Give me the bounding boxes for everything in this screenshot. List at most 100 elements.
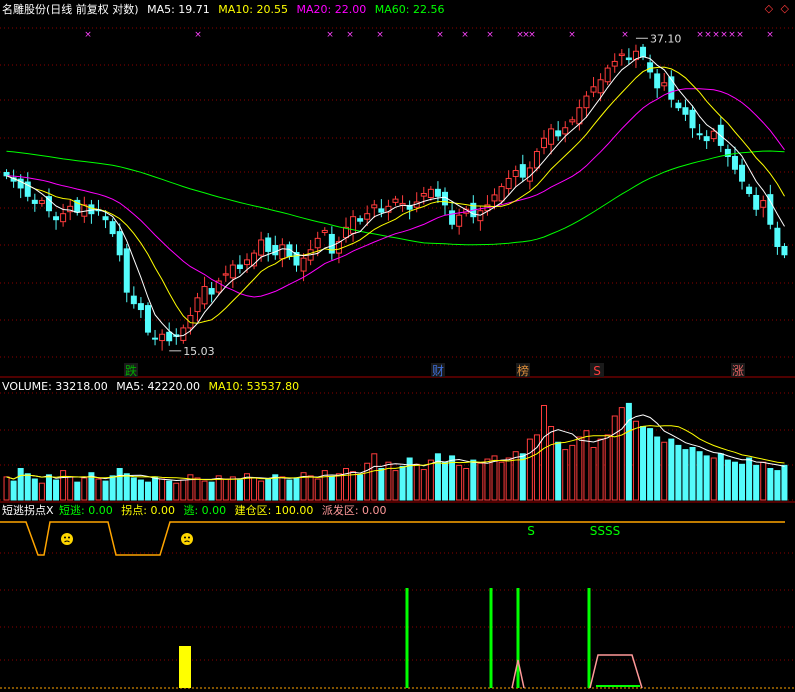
candle-body xyxy=(300,257,307,272)
volume-bar xyxy=(109,475,116,501)
signal-cross-marker: × xyxy=(486,30,494,40)
candle-body xyxy=(533,151,540,169)
price-candle xyxy=(654,68,661,98)
candle-body xyxy=(236,264,243,270)
window-control-icons[interactable]: ◇ ◇ xyxy=(765,2,791,15)
candle-body xyxy=(576,107,583,125)
candle-body xyxy=(512,170,519,177)
price-candle xyxy=(144,302,151,336)
price-candle xyxy=(194,292,201,322)
price-candle xyxy=(137,297,144,318)
candle-body xyxy=(710,130,717,140)
signal-cross-marker: × xyxy=(194,30,202,40)
volume-bar xyxy=(477,462,484,501)
price-candle xyxy=(236,255,243,274)
candle-body xyxy=(569,119,576,123)
volume-bar xyxy=(229,476,236,501)
candle-body xyxy=(739,164,746,182)
volume-bar xyxy=(420,469,427,501)
signal-cross-marker: × xyxy=(436,30,444,40)
volume-ma5-readout: MA5: 42220.00 xyxy=(116,380,200,393)
candle-body xyxy=(130,295,137,305)
distribute-zone-readout: 派发区: 0.00 xyxy=(321,504,387,517)
candle-body xyxy=(88,204,95,215)
volume-bar xyxy=(236,479,243,501)
volume-bar xyxy=(180,479,187,501)
volume-bar xyxy=(526,438,533,501)
candle-body xyxy=(583,95,590,109)
event-tag-label: 榜 xyxy=(517,363,529,378)
volume-bar xyxy=(385,461,392,501)
volume-bar xyxy=(647,428,654,501)
ma10-line xyxy=(6,66,785,324)
price-candle xyxy=(604,64,611,86)
volume-bar xyxy=(10,480,17,501)
volume-bar xyxy=(519,453,526,501)
candle-body xyxy=(38,200,45,204)
price-candle xyxy=(689,105,696,138)
volume-bar xyxy=(760,461,767,501)
candle-body xyxy=(116,231,123,256)
stock-chart-window: 37.10 15.03 × × × × × × × × × × × × × × × × × × × × 跌财榜 S 涨 S SSSS… xyxy=(0,0,795,692)
price-candle xyxy=(569,116,576,126)
volume-bar xyxy=(53,479,60,501)
price-candle xyxy=(449,201,456,230)
volume-bar xyxy=(265,478,272,501)
event-tag: 跌 xyxy=(124,363,138,378)
price-candle xyxy=(222,265,229,282)
ma20-line xyxy=(6,88,785,298)
candle-body xyxy=(696,133,703,136)
candle-body xyxy=(590,86,597,93)
volume-bar xyxy=(675,444,682,501)
price-candle xyxy=(81,196,88,223)
volume-bar xyxy=(555,441,562,501)
volume-bar xyxy=(81,477,88,501)
candle-body xyxy=(760,200,767,208)
candle-body xyxy=(434,188,441,197)
indicator-name[interactable]: 短逃拐点X xyxy=(2,504,54,517)
candle-body xyxy=(243,259,250,266)
signal-cross-marker: × xyxy=(376,30,384,40)
candle-body xyxy=(152,337,159,340)
chart-canvas[interactable]: 37.1015.03× × × × × × × × ××× × × × × × × × × ×跌财榜 S 涨S SSSS xyxy=(0,0,795,692)
volume-bar xyxy=(442,461,449,501)
volume-bar xyxy=(562,449,569,501)
volume-bar xyxy=(569,444,576,501)
price-candle xyxy=(590,76,597,98)
volume-readout[interactable]: VOLUME: 33218.00 xyxy=(2,380,108,393)
price-candle xyxy=(350,210,357,242)
volume-bar xyxy=(463,468,470,501)
event-tag: S xyxy=(590,363,604,378)
volume-bar xyxy=(731,461,738,501)
price-candle xyxy=(17,174,24,199)
volume-bar xyxy=(144,481,151,501)
price-candle xyxy=(201,276,208,309)
face-eye xyxy=(64,536,66,539)
price-candle xyxy=(512,165,519,187)
candle-body xyxy=(265,237,272,252)
candle-body xyxy=(548,128,555,145)
volume-bar xyxy=(60,470,67,501)
candle-body xyxy=(357,218,364,222)
candle-body xyxy=(144,305,151,333)
volume-bar xyxy=(632,420,639,501)
signal-cross-marker: × xyxy=(720,30,728,40)
signal-cross-marker: × xyxy=(712,30,720,40)
price-candle xyxy=(60,203,67,227)
volume-bar xyxy=(328,476,335,501)
price-candle xyxy=(781,243,788,259)
candle-body xyxy=(194,297,201,313)
stock-title[interactable]: 名雕股份(日线 前复权 对数) xyxy=(2,3,139,16)
event-tag: 榜 xyxy=(516,363,530,378)
price-candle xyxy=(519,154,526,183)
volume-bar xyxy=(357,474,364,501)
candle-body xyxy=(753,194,760,210)
price-candle xyxy=(632,44,639,68)
price-candle xyxy=(265,233,272,262)
volume-bar xyxy=(95,478,102,501)
face-circle xyxy=(61,533,73,545)
volume-bar xyxy=(24,473,31,501)
candle-body xyxy=(555,130,562,137)
candle-body xyxy=(314,237,321,249)
price-candle xyxy=(434,181,441,204)
